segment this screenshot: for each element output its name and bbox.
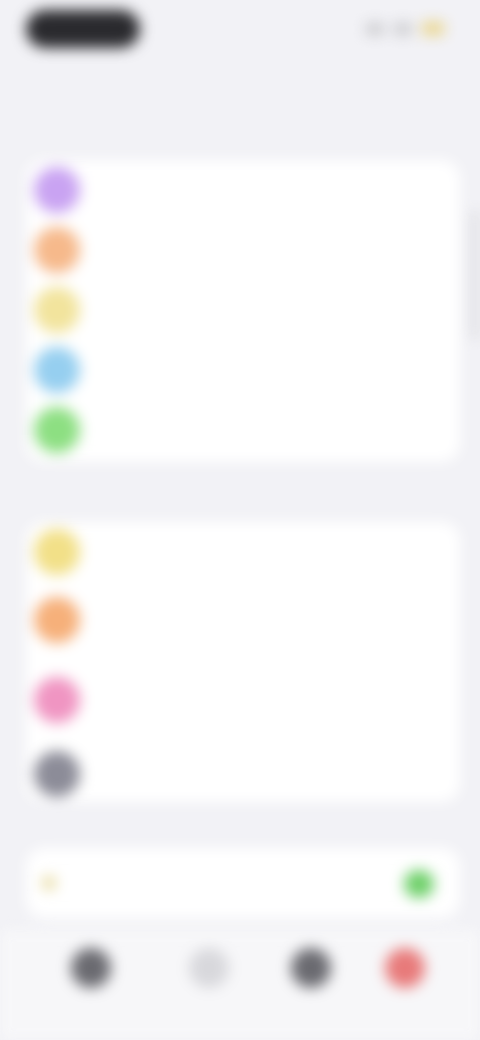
avatar bbox=[34, 227, 80, 273]
avatar bbox=[34, 167, 80, 213]
screen bbox=[0, 0, 480, 1040]
tab-3[interactable] bbox=[276, 948, 346, 1028]
list-item[interactable] bbox=[26, 522, 460, 582]
list-item-text bbox=[96, 368, 440, 372]
list-item-text bbox=[96, 308, 440, 312]
tab-2-icon bbox=[189, 948, 229, 988]
avatar bbox=[34, 751, 80, 797]
tab-3-icon bbox=[291, 948, 331, 988]
toggle-switch[interactable] bbox=[404, 870, 434, 898]
battery-icon bbox=[422, 22, 444, 35]
signal-icon bbox=[366, 22, 384, 35]
list-item-text bbox=[96, 428, 440, 432]
list-item-text bbox=[96, 550, 440, 554]
tab-2[interactable] bbox=[174, 948, 244, 1028]
avatar bbox=[34, 347, 80, 393]
avatar bbox=[34, 407, 80, 453]
list-item[interactable] bbox=[26, 400, 460, 460]
list-item[interactable] bbox=[26, 340, 460, 400]
list-item-text bbox=[96, 248, 440, 252]
section-card-2 bbox=[26, 522, 460, 802]
list-item-text bbox=[96, 772, 440, 776]
list-item-text bbox=[96, 188, 440, 192]
avatar bbox=[34, 287, 80, 333]
list-item-text bbox=[96, 698, 440, 702]
list-item[interactable] bbox=[26, 160, 460, 220]
list-item-text bbox=[96, 618, 440, 622]
scrollbar[interactable] bbox=[472, 210, 478, 340]
status-icons bbox=[366, 22, 444, 35]
toggle-row-icon bbox=[42, 876, 56, 890]
avatar bbox=[34, 677, 80, 723]
avatar bbox=[34, 529, 80, 575]
tab-bar bbox=[0, 930, 480, 1040]
status-bar bbox=[0, 0, 480, 64]
tab-1[interactable] bbox=[56, 948, 126, 1028]
tab-4[interactable] bbox=[370, 948, 440, 1028]
avatar bbox=[34, 597, 80, 643]
status-time bbox=[26, 10, 140, 48]
tab-4-icon bbox=[385, 948, 425, 988]
list-item[interactable] bbox=[26, 744, 460, 804]
section-card-1 bbox=[26, 160, 460, 462]
toggle-row[interactable] bbox=[26, 848, 460, 918]
page-title bbox=[0, 74, 480, 100]
list-item[interactable] bbox=[26, 220, 460, 280]
tab-1-icon bbox=[71, 948, 111, 988]
list-item[interactable] bbox=[26, 590, 460, 650]
wifi-icon bbox=[394, 22, 412, 35]
list-item[interactable] bbox=[26, 670, 460, 730]
list-item[interactable] bbox=[26, 280, 460, 340]
